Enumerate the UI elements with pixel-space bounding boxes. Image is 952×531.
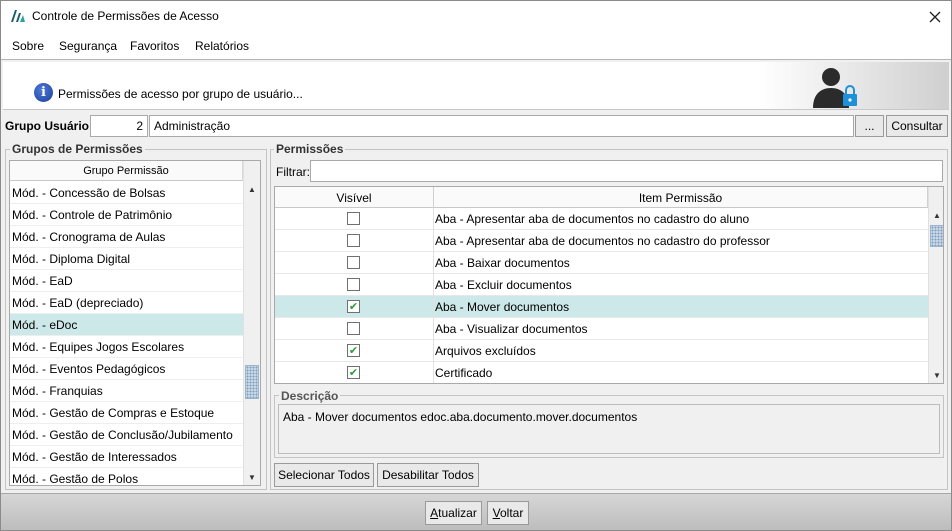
close-button[interactable] — [919, 1, 951, 32]
visivel-checkbox[interactable]: ✔ — [347, 366, 360, 379]
window-title: Controle de Permissões de Acesso — [32, 9, 219, 23]
app-logo-icon — [11, 10, 25, 22]
grupo-list-item[interactable]: Mód. - Gestão de Interessados — [10, 446, 243, 468]
grupo-list-item[interactable]: Mód. - Gestão de Compras e Estoque — [10, 402, 243, 424]
selecionar-todos-button[interactable]: Selecionar Todos — [274, 463, 374, 487]
descricao-title: Descrição — [279, 389, 341, 403]
grupo-permissao-column-header[interactable]: Grupo Permissão — [10, 161, 243, 181]
column-separator — [433, 208, 434, 230]
visivel-checkbox[interactable] — [347, 256, 360, 269]
permissao-row[interactable]: Aba - Apresentar aba de documentos no ca… — [275, 230, 928, 252]
permissao-row[interactable]: ✔ Aba - Mover documentos — [275, 296, 928, 318]
browse-button[interactable]: ... — [855, 115, 884, 137]
main-window: Controle de Permissões de Acesso Sobre S… — [0, 0, 952, 531]
grupos-scrollbar[interactable]: ▲ ▼ — [243, 161, 260, 485]
grupo-list-item[interactable]: Mód. - Equipes Jogos Escolares — [10, 336, 243, 358]
grupos-permissoes-list: Grupo Permissão Mód. - Concessão de Bols… — [9, 160, 261, 486]
consultar-button[interactable]: Consultar — [886, 115, 948, 137]
column-separator — [433, 362, 434, 383]
scroll-down-arrow-icon[interactable]: ▼ — [929, 367, 943, 383]
filtrar-label: Filtrar: — [276, 165, 310, 179]
permissao-item-label: Aba - Visualizar documentos — [435, 322, 588, 336]
visivel-checkbox[interactable] — [347, 278, 360, 291]
visivel-checkbox[interactable] — [347, 322, 360, 335]
menu-favoritos[interactable]: Favoritos — [130, 39, 179, 53]
permissao-row[interactable]: Aba - Visualizar documentos — [275, 318, 928, 340]
grupo-list-item[interactable]: Mód. - Concessão de Bolsas — [10, 182, 243, 204]
banner-text: Permissões de acesso por grupo de usuári… — [58, 87, 303, 101]
item-permissao-column-header[interactable]: Item Permissão — [434, 187, 928, 208]
grupos-rows: Mód. - Concessão de Bolsas Mód. - Control… — [10, 182, 243, 485]
visivel-column-header[interactable]: Visível — [275, 187, 434, 208]
permissao-item-label: Aba - Mover documentos — [435, 300, 570, 314]
grupos-permissoes-title: Grupos de Permissões — [10, 142, 145, 156]
check-icon: ✔ — [348, 366, 359, 379]
permissao-item-label: Aba - Apresentar aba de documentos no ca… — [435, 212, 750, 226]
atualizar-label: Atualizar — [430, 506, 477, 520]
voltar-button[interactable]: Voltar — [487, 501, 529, 525]
permissoes-grid-header: Visível Item Permissão — [275, 187, 928, 208]
permissoes-rows: Aba - Apresentar aba de documentos no ca… — [275, 208, 928, 383]
permissao-item-label: Certificado — [435, 366, 493, 380]
column-separator — [433, 230, 434, 252]
grupo-list-item[interactable]: Mód. - Diploma Digital — [10, 248, 243, 270]
column-separator — [433, 296, 434, 318]
grupo-usuario-label: Grupo Usuário: — [5, 119, 94, 133]
permissao-row[interactable]: ✔ Certificado — [275, 362, 928, 383]
column-separator — [433, 318, 434, 340]
scroll-up-arrow-icon[interactable]: ▲ — [929, 207, 943, 223]
visivel-checkbox[interactable]: ✔ — [347, 344, 360, 357]
permissao-row[interactable]: ✔ Arquivos excluídos — [275, 340, 928, 362]
check-icon: ✔ — [348, 344, 359, 357]
permissoes-grid: Visível Item Permissão Aba - Apresentar … — [274, 186, 944, 384]
check-icon: ✔ — [348, 300, 359, 313]
permissao-item-label: Aba - Apresentar aba de documentos no ca… — [435, 234, 770, 248]
grupo-usuario-name-field[interactable]: Administração — [149, 115, 854, 137]
permissao-item-label: Arquivos excluídos — [435, 344, 536, 358]
scroll-thumb[interactable] — [930, 225, 943, 247]
column-separator — [433, 274, 434, 296]
menu-bar: Sobre Segurança Favoritos Relatórios — [1, 32, 951, 60]
grupo-list-item[interactable]: Mód. - eDoc — [10, 314, 243, 336]
visivel-checkbox[interactable] — [347, 212, 360, 225]
grupo-list-item[interactable]: Mód. - Controle de Patrimônio — [10, 204, 243, 226]
grupo-list-item[interactable]: Mód. - Gestão de Polos — [10, 468, 243, 485]
header-banner: i Permissões de acesso por grupo de usuá… — [3, 62, 949, 110]
permissoes-scrollbar[interactable]: ▲ ▼ — [928, 187, 943, 383]
column-separator — [433, 340, 434, 362]
voltar-label: Voltar — [492, 506, 524, 520]
permissao-item-label: Aba - Baixar documentos — [435, 256, 570, 270]
grupo-list-item[interactable]: Mód. - EaD — [10, 270, 243, 292]
permissao-row[interactable]: Aba - Baixar documentos — [275, 252, 928, 274]
menu-seguranca[interactable]: Segurança — [59, 39, 117, 53]
scroll-down-arrow-icon[interactable]: ▼ — [244, 469, 260, 485]
visivel-checkbox[interactable]: ✔ — [347, 300, 360, 313]
menu-relatorios[interactable]: Relatórios — [195, 39, 249, 53]
permissao-row[interactable]: Aba - Apresentar aba de documentos no ca… — [275, 208, 928, 230]
permissao-item-label: Aba - Excluir documentos — [435, 278, 572, 292]
grupo-list-item[interactable]: Mód. - Franquias — [10, 380, 243, 402]
title-bar: Controle de Permissões de Acesso — [1, 1, 951, 32]
close-icon — [929, 11, 941, 22]
grupo-list-item[interactable]: Mód. - Cronograma de Aulas — [10, 226, 243, 248]
filtrar-input[interactable] — [310, 160, 943, 182]
visivel-checkbox[interactable] — [347, 234, 360, 247]
desabilitar-todos-button[interactable]: Desabilitar Todos — [377, 463, 479, 487]
permissao-row[interactable]: Aba - Excluir documentos — [275, 274, 928, 296]
info-icon: i — [34, 83, 53, 102]
menu-sobre[interactable]: Sobre — [12, 39, 44, 53]
scroll-thumb[interactable] — [245, 365, 259, 399]
descricao-text: Aba - Mover documentos edoc.aba.document… — [278, 404, 940, 454]
grupo-list-item[interactable]: Mód. - Eventos Pedagógicos — [10, 358, 243, 380]
user-lock-icon — [813, 68, 857, 108]
grupo-usuario-code-field[interactable]: 2 — [90, 115, 148, 137]
atualizar-button[interactable]: Atualizar — [425, 501, 482, 525]
grupo-list-item[interactable]: Mód. - EaD (depreciado) — [10, 292, 243, 314]
scroll-up-arrow-icon[interactable]: ▲ — [244, 181, 260, 197]
grupo-list-item[interactable]: Mód. - Gestão de Conclusão/Jubilamento — [10, 424, 243, 446]
column-separator — [433, 252, 434, 274]
permissoes-title: Permissões — [274, 142, 346, 156]
